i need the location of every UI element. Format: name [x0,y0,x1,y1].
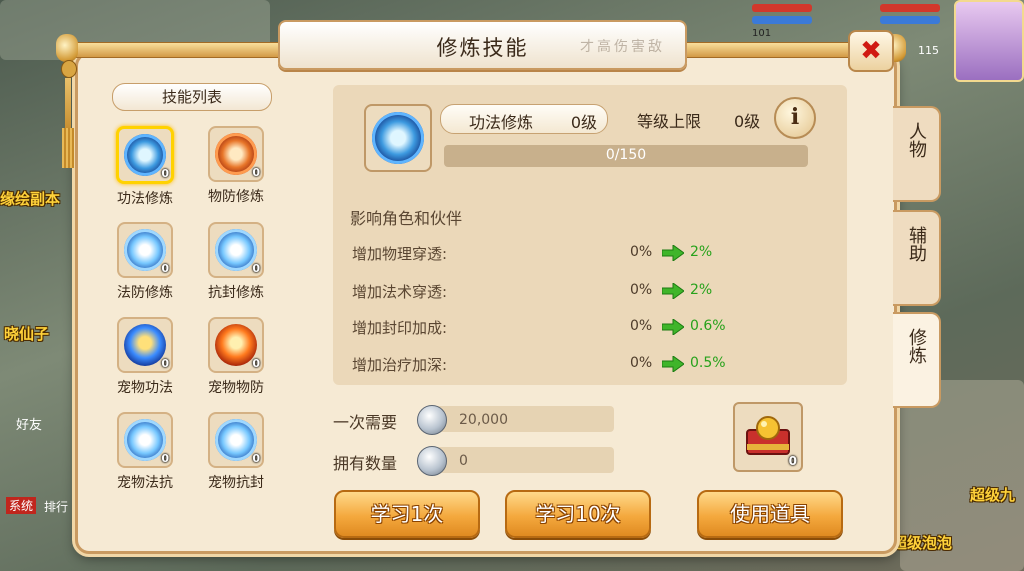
info-button[interactable]: i [774,97,816,139]
stat-next: 0.6% [690,318,726,334]
skill-name: 宠物法抗 [117,475,173,491]
skill-level: 0 [161,167,169,180]
silver-coin-icon [417,405,447,435]
background-npc-label: 晓仙子 [4,325,50,343]
close-button[interactable]: ✖ [848,30,894,72]
stat-current: 0% [630,244,653,260]
level-cap-label: 等级上限 [637,112,702,131]
info-icon: i [790,104,800,130]
tab-label: 人物 [906,122,927,158]
skill-item-pet-fakang[interactable]: 0 宠物法抗 [105,412,185,492]
skill-name: 物防修炼 [208,189,264,205]
arrow-right-icon [662,356,684,372]
skill-level: 0 [252,357,260,370]
tab-label: 辅助 [906,226,927,262]
background-npc-right-label: 超级九 [970,486,1016,504]
system-label: 系统 [6,497,37,514]
kangfeng-skill-icon [215,229,257,271]
pet-hp-bar [880,4,940,12]
tab-character[interactable]: 人物 [893,106,941,202]
hp-bar [752,4,812,12]
background-npc-right2-label: 超级泡泡 [892,534,953,552]
skill-name: 功法修炼 [117,191,173,207]
pet-fakang-skill-icon [124,419,166,461]
cost-own-value: 0 [459,453,468,469]
fafang-skill-icon [124,229,166,271]
gongfa-skill-icon [124,134,166,176]
rail-cap-left [56,34,78,62]
stat-label: 增加封印加成: [352,319,448,337]
arrow-right-icon [662,319,684,335]
learn-ten-button[interactable]: 学习10次 [505,490,651,538]
detail-skill-slot [364,104,432,172]
background-copy-label: 缘绘副本 [0,190,61,208]
tassel-ornament [61,60,77,180]
skill-name: 宠物功法 [117,380,173,396]
skill-item-pet-kangfeng[interactable]: 0 宠物抗封 [196,412,276,492]
stat-label: 增加法术穿透: [352,283,448,301]
treasure-chest-icon [746,416,790,455]
skill-name: 宠物物防 [208,380,264,396]
skill-level: 0 [252,262,260,275]
exp-progress-bar: 0/150 [444,145,808,167]
exp-progress-text: 0/150 [605,147,647,163]
pet-level: 115 [918,44,939,57]
skill-name: 法防修炼 [117,285,173,301]
pet-mp-bar [880,16,940,24]
use-item-button[interactable]: 使用道具 [697,490,843,538]
arrow-right-icon [662,245,684,261]
skill-level: 0 [161,357,169,370]
arrow-right-icon [662,283,684,299]
tab-label: 修炼 [906,328,927,364]
skill-item-kangfeng[interactable]: 0 抗封修炼 [196,222,276,302]
skill-item-fafang[interactable]: 0 法防修炼 [105,222,185,302]
close-icon: ✖ [860,36,882,66]
skill-level: 0 [161,262,169,275]
rank-label: 排行 [44,500,69,514]
cost-need-value: 20,000 [459,412,508,428]
stat-next: 2% [690,282,713,298]
player-avatar[interactable] [954,0,1024,82]
detail-name-pill: 功法修炼 0级 [440,104,608,134]
tab-assist[interactable]: 辅助 [893,210,941,306]
learn-once-button[interactable]: 学习1次 [334,490,480,538]
title-banner: 修炼技能 才高伤害敌 [278,20,687,70]
skill-list-header: 技能列表 [112,83,272,111]
stat-next: 2% [690,244,713,260]
tab-cultivation[interactable]: 修炼 [893,312,941,408]
detail-skill-name: 功法修炼 [469,113,534,132]
stat-current: 0% [630,282,653,298]
skill-name: 抗封修炼 [208,285,264,301]
cost-need-label: 一次需要 [333,413,398,432]
stat-next: 0.5% [690,355,726,371]
pet-wufang-skill-icon [215,324,257,366]
detail-skill-level: 0级 [570,113,597,132]
cost-own-label: 拥有数量 [333,454,398,473]
gongfa-skill-icon [372,112,424,164]
skill-name: 宠物抗封 [208,475,264,491]
level-cap-value: 0级 [734,112,761,131]
wufang-skill-icon [215,133,257,175]
affect-description: 影响角色和伙伴 [350,209,463,228]
skill-item-gongfa[interactable]: 0 功法修炼 [105,126,185,208]
skill-level: 0 [252,166,260,179]
item-count: 0 [788,454,797,468]
skill-item-wufang[interactable]: 0 物防修炼 [196,126,276,206]
player-level: 101 [752,28,772,39]
stat-current: 0% [630,355,653,371]
skill-item-pet-gongfa[interactable]: 0 宠物功法 [105,317,185,397]
pet-kangfeng-skill-icon [215,419,257,461]
stat-label: 增加物理穿透: [352,245,448,263]
stat-label: 增加治疗加深: [352,356,448,374]
skill-level: 0 [252,452,260,465]
item-slot[interactable]: 0 [733,402,803,472]
skill-level: 0 [161,452,169,465]
stat-current: 0% [630,318,653,334]
title-calligraphy: 才高伤害敌 [580,39,665,55]
skill-item-pet-wufang[interactable]: 0 宠物物防 [196,317,276,397]
pet-gongfa-skill-icon [124,324,166,366]
friends-label: 好友 [16,418,43,433]
mp-bar [752,16,812,24]
silver-coin-icon [417,446,447,476]
